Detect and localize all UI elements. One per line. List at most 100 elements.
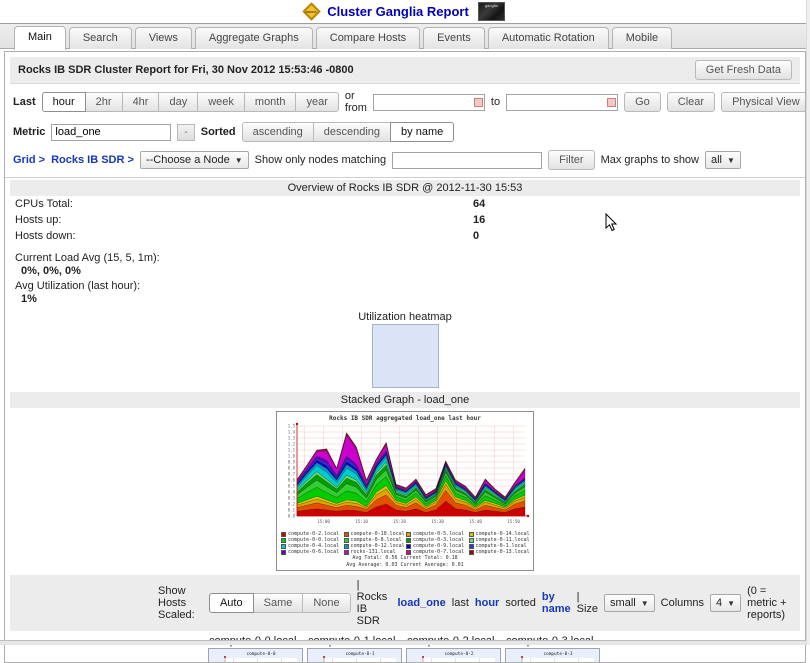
or-from-label: or from [345, 90, 367, 114]
svg-text:compute-0-3: compute-0-3 [543, 651, 572, 657]
legend-swatch [406, 544, 411, 549]
scale-none-button[interactable]: None [302, 593, 350, 613]
legend-swatch [469, 532, 474, 537]
legend-swatch [281, 538, 286, 543]
time-controls-row: Last hour2hr4hrdayweekmonthyear or from … [5, 84, 805, 116]
aggregate-load-graph[interactable]: Rocks IB SDR aggregated load_one last ho… [276, 411, 534, 571]
from-date-input[interactable] [373, 94, 485, 111]
legend-item: compute-0-13.local [469, 549, 530, 555]
report-title: Rocks IB SDR Cluster Report for Fri, 30 … [18, 64, 354, 76]
svg-text:0.4: 0.4 [288, 490, 296, 495]
range-link[interactable]: hour [475, 597, 499, 609]
columns-value: 4 [716, 597, 722, 609]
physical-view-button[interactable]: Physical View [721, 92, 806, 112]
metric-link[interactable]: load_one [397, 597, 445, 609]
max-graphs-select[interactable]: all▼ [705, 151, 741, 169]
scrollbar-track[interactable] [806, 0, 810, 645]
load-avg-label: Current Load Avg (15, 5, 1m): [5, 244, 805, 264]
svg-text:1.0: 1.0 [288, 454, 296, 459]
stat-row: Hosts down:0 [5, 228, 805, 244]
columns-select[interactable]: 4▼ [710, 594, 741, 612]
svg-text:1.1: 1.1 [288, 448, 296, 453]
sort-link[interactable]: by name [542, 591, 571, 615]
stacked-graph-header: Stacked Graph - load_one [10, 392, 800, 408]
legend-swatch [344, 538, 349, 543]
context-prefix: | Rocks IB SDR [357, 579, 392, 627]
metric-dropdown-toggle[interactable]: - [177, 124, 194, 141]
tab-automatic-rotation[interactable]: Automatic Rotation [488, 27, 609, 49]
report-header: Rocks IB SDR Cluster Report for Fri, 30 … [10, 57, 800, 84]
tab-views[interactable]: Views [135, 27, 192, 49]
divider [5, 177, 805, 178]
heatmap-title: Utilization heatmap [5, 305, 805, 323]
clear-button[interactable]: Clear [667, 92, 715, 112]
svg-text:0.5: 0.5 [288, 484, 296, 489]
go-button[interactable]: Go [624, 92, 661, 112]
range-year-button[interactable]: year [295, 92, 338, 112]
tab-mobile[interactable]: Mobile [612, 27, 672, 49]
stat-value: 64 [473, 198, 485, 210]
svg-text:15:30: 15:30 [431, 519, 444, 524]
tab-search[interactable]: Search [69, 27, 132, 49]
legend-swatch [406, 538, 411, 543]
host-load-graph[interactable]: compute-0-1300 m100 m015:0015:2015:40 [307, 648, 402, 663]
tab-compare-hosts[interactable]: Compare Hosts [316, 27, 420, 49]
svg-text:0.2: 0.2 [288, 502, 296, 507]
range-month-button[interactable]: month [244, 92, 297, 112]
sort-by-name-button[interactable]: by name [390, 122, 454, 142]
host-load-graph[interactable]: compute-0-0300 m100 m015:0015:2015:40 [208, 648, 303, 663]
svg-text:0.3: 0.3 [288, 496, 296, 501]
matching-label: Show only nodes matching [255, 154, 386, 166]
get-fresh-data-button[interactable]: Get Fresh Data [695, 60, 792, 80]
range-4hr-button[interactable]: 4hr [122, 92, 160, 112]
node-select[interactable]: --Choose a Node ▼ [140, 151, 249, 169]
sorted-label: Sorted [201, 126, 236, 138]
range-hour-button[interactable]: hour [42, 92, 86, 112]
legend-swatch [281, 532, 286, 537]
stat-value: 16 [473, 214, 485, 226]
svg-text:0.6: 0.6 [288, 478, 296, 483]
cluster-link[interactable]: Rocks IB SDR > [51, 154, 134, 166]
legend-swatch [344, 544, 349, 549]
metric-input[interactable] [51, 124, 171, 141]
to-date-input[interactable] [506, 94, 618, 111]
grid-link[interactable]: Grid > [13, 154, 45, 166]
filter-button[interactable]: Filter [548, 150, 594, 170]
scale-options-group: AutoSameNone [209, 593, 351, 613]
util-label: Avg Utilization (last hour): [5, 277, 805, 292]
sort-descending-button[interactable]: descending [313, 122, 391, 142]
stat-label: Hosts down: [15, 230, 76, 242]
node-filter-input[interactable] [392, 152, 542, 169]
legend-swatch [469, 538, 474, 543]
bottom-window-edge [0, 640, 810, 645]
legend-swatch [281, 544, 286, 549]
node-select-value: --Choose a Node [146, 154, 230, 166]
sort-ascending-button[interactable]: ascending [242, 122, 314, 142]
svg-text:1.4: 1.4 [288, 430, 296, 435]
hosts-toolbar: Show Hosts Scaled: AutoSameNone | Rocks … [10, 575, 800, 631]
host-load-graph[interactable]: compute-0-2300 m100 m015:0015:2015:40 [406, 648, 501, 663]
max-graphs-label: Max graphs to show [601, 154, 699, 166]
tab-events[interactable]: Events [423, 27, 485, 49]
range-2hr-button[interactable]: 2hr [85, 92, 123, 112]
range-week-button[interactable]: week [197, 92, 245, 112]
scale-same-button[interactable]: Same [253, 593, 304, 613]
size-label: | Size [577, 591, 598, 615]
utilization-heatmap[interactable] [372, 324, 439, 388]
calendar-icon[interactable] [474, 98, 483, 107]
aggregate-graph-title: Rocks IB SDR aggregated load_one last ho… [277, 412, 533, 422]
scale-auto-button[interactable]: Auto [209, 593, 254, 613]
show-hosts-scaled-label: Show Hosts Scaled: [158, 585, 203, 621]
svg-text:15:20: 15:20 [393, 519, 406, 524]
tab-aggregate-graphs[interactable]: Aggregate Graphs [195, 27, 313, 49]
svg-text:1.3: 1.3 [288, 436, 296, 441]
mouse-cursor [605, 213, 618, 232]
calendar-icon[interactable] [607, 98, 616, 107]
range-day-button[interactable]: day [158, 92, 198, 112]
page-title: Cluster Ganglia Report [327, 4, 469, 19]
legend-swatch [469, 544, 474, 549]
host-load-graph[interactable]: compute-0-3300 m100 m015:0015:2015:40 [505, 648, 600, 663]
chevron-down-icon: ▼ [235, 156, 243, 165]
size-select[interactable]: small▼ [604, 594, 655, 612]
tab-main[interactable]: Main [14, 26, 66, 50]
